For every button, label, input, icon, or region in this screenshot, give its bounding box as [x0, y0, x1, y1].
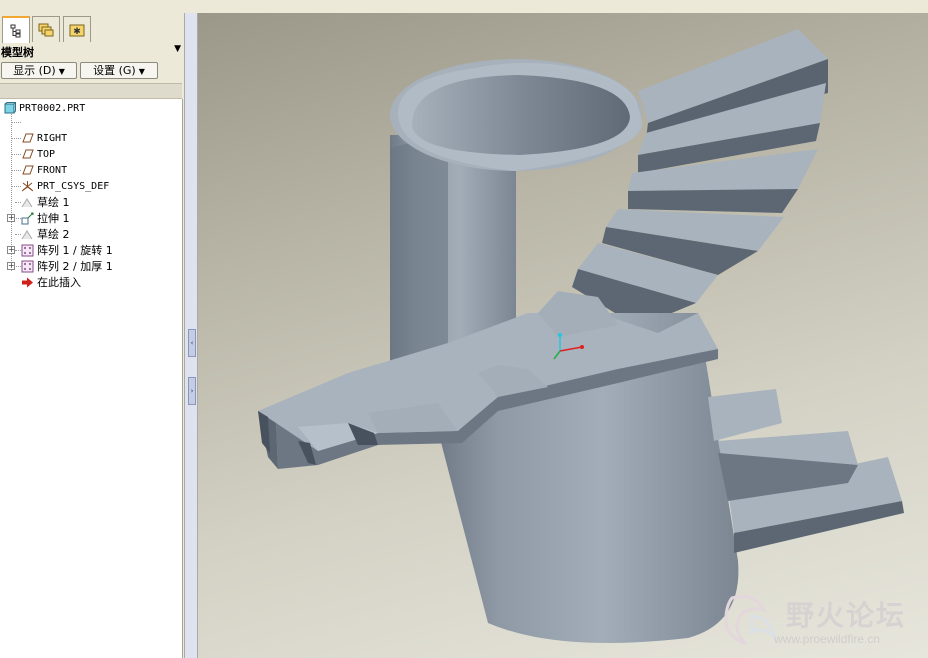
tree-item-part[interactable]: PRT0002.PRT	[3, 100, 85, 116]
tree-column-header	[0, 83, 182, 99]
show-dropdown-button[interactable]: 显示 (D) ▼	[1, 62, 77, 79]
sketch-icon	[21, 196, 34, 209]
chevron-down-icon: ▼	[138, 67, 145, 76]
tree-item-label: PRT_CSYS_DEF	[37, 180, 110, 192]
insert-here-arrow-icon	[21, 276, 34, 289]
tree-connector	[11, 154, 21, 155]
tree-item-pattern-1[interactable]: 阵列 1 / 旋转 1	[21, 242, 113, 258]
tree-connector	[11, 138, 21, 139]
model-tree-toolbar: 显示 (D) ▼ 设置 (G) ▼	[0, 61, 184, 81]
model-tree-title: 模型树	[1, 46, 34, 59]
tree-connector	[11, 186, 21, 187]
sketch-icon	[21, 228, 34, 241]
graphics-viewport[interactable]	[198, 13, 928, 658]
svg-text:✱: ✱	[73, 27, 81, 37]
tree-item-csys[interactable]: PRT_CSYS_DEF	[21, 178, 109, 194]
watermark-title: 野火论坛	[786, 599, 907, 632]
csys-icon	[21, 180, 34, 193]
tree-icon	[10, 24, 21, 37]
watermark-url: www.proewildfire.cn	[774, 632, 881, 646]
tree-item-label: PRT0002.PRT	[19, 102, 86, 114]
expand-toggle-icon[interactable]: +	[7, 246, 15, 254]
model-tree-header: 模型树 ▼	[0, 43, 184, 59]
forum-watermark: 野火论坛 www.proewildfire.cn	[716, 590, 922, 652]
model-tree-list: PRT0002.PRT RIGHT TOP FRONT PRT_CSYS_DEF	[0, 99, 183, 658]
collapse-left-handle[interactable]: ‹	[188, 329, 196, 357]
tree-item-label: FRONT	[37, 164, 68, 176]
settings-dropdown-button[interactable]: 设置 (G) ▼	[80, 62, 158, 79]
extrude-icon	[21, 212, 34, 225]
datum-plane-icon	[21, 132, 34, 145]
panel-splitter[interactable]: ‹ ›	[184, 13, 198, 658]
tree-item-front[interactable]: FRONT	[21, 162, 67, 178]
tree-item-label: RIGHT	[37, 132, 68, 144]
expand-toggle-icon[interactable]: +	[7, 214, 15, 222]
tree-item-label: 草绘 2	[37, 228, 70, 241]
tree-item-label: 阵列 1 / 旋转 1	[37, 244, 113, 257]
watermark-logo-icon	[724, 595, 777, 646]
part-icon	[3, 102, 16, 115]
favorites-icon: ✱	[69, 24, 85, 37]
tree-item-extrude-1[interactable]: 拉伸 1	[21, 210, 70, 226]
datum-plane-icon	[21, 148, 34, 161]
upper-stair-fan	[572, 29, 828, 327]
folders-icon	[38, 23, 54, 36]
model-tree-tab[interactable]	[2, 16, 30, 43]
pattern-icon	[21, 260, 34, 273]
tree-item-insert-here[interactable]: 在此插入	[21, 274, 81, 290]
folder-browser-tab[interactable]	[32, 16, 60, 42]
pattern-icon	[21, 244, 34, 257]
navigator-tabs: ✱	[0, 16, 184, 43]
top-toolbar-strip	[0, 0, 928, 14]
spiral-staircase-model[interactable]	[198, 13, 928, 658]
tree-item-label: 拉伸 1	[37, 212, 70, 225]
datum-plane-icon	[21, 164, 34, 177]
navigator-panel: ✱ 模型树 ▼ 显示 (D) ▼ 设置 (G) ▼ PRT0002.PRT RI…	[0, 13, 184, 658]
show-button-label: 显示 (D)	[13, 64, 56, 77]
tree-connector	[11, 170, 21, 171]
chevron-down-icon: ▼	[58, 67, 65, 76]
tree-item-label: TOP	[37, 148, 56, 160]
tree-item-label: 草绘 1	[37, 196, 70, 209]
tree-item-label: 在此插入	[37, 276, 81, 289]
favorites-tab[interactable]: ✱	[63, 16, 91, 42]
tree-item-sketch-2[interactable]: 草绘 2	[21, 226, 70, 242]
settings-button-label: 设置 (G)	[93, 64, 136, 77]
tree-item-pattern-2[interactable]: 阵列 2 / 加厚 1	[21, 258, 113, 274]
tree-menu-arrow-icon[interactable]: ▼	[174, 44, 181, 54]
tree-item-right[interactable]: RIGHT	[21, 130, 67, 146]
tree-item-label: 阵列 2 / 加厚 1	[37, 260, 113, 273]
tree-connector	[11, 122, 21, 123]
expand-right-handle[interactable]: ›	[188, 377, 196, 405]
lower-stair-fan	[708, 389, 904, 553]
expand-toggle-icon[interactable]: +	[7, 262, 15, 270]
tree-item-sketch-1[interactable]: 草绘 1	[21, 194, 70, 210]
tree-item-top[interactable]: TOP	[21, 146, 55, 162]
